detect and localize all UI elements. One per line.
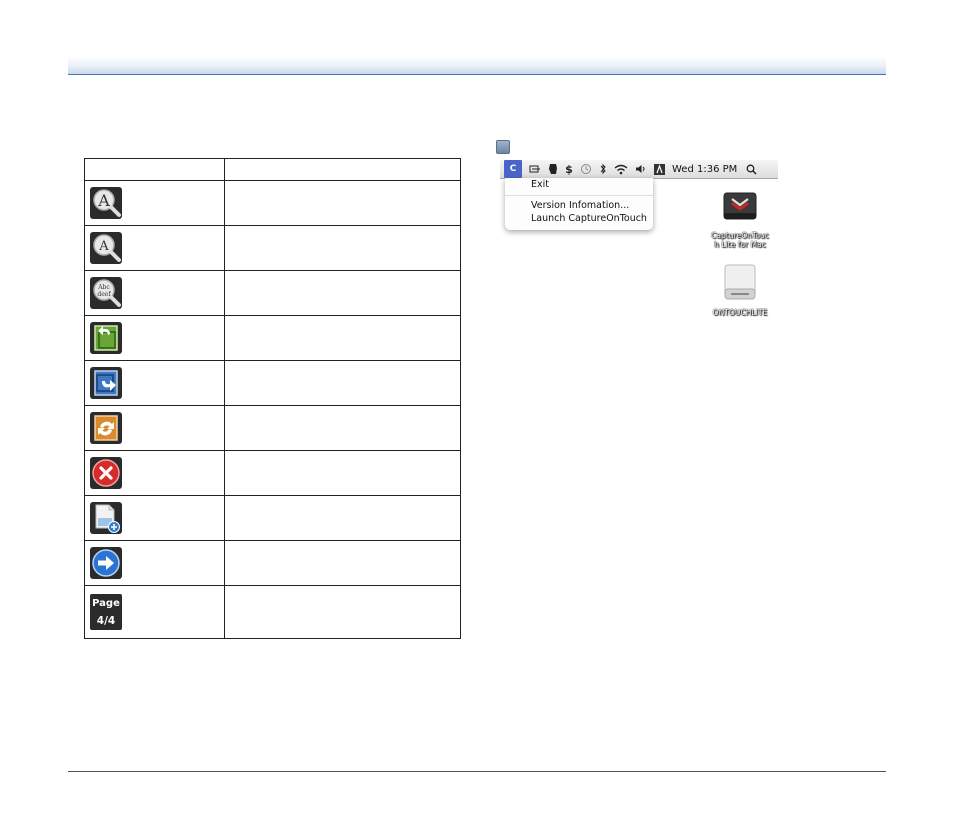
row-description [224,540,461,586]
row-description [224,225,461,271]
zoom-in-glyph: A [97,191,110,210]
page-counter-icon: Page 4/4 [90,594,122,630]
wifi-icon[interactable] [614,160,628,178]
table-header-row [84,158,461,181]
row-description [224,450,461,496]
menu-separator [505,195,653,196]
table-row: Abc deef [84,270,461,316]
next-arrow-icon [90,547,122,579]
dollar-sign-icon[interactable]: $ [565,160,573,178]
table-row [84,495,461,541]
menu-extra-icon[interactable] [529,160,541,178]
row-description [224,360,461,406]
rotate-left-icon [90,322,122,354]
volume-icon[interactable] [635,160,647,178]
svg-text:$: $ [565,163,573,175]
row-description [224,405,461,451]
fit-page-magnifier-icon: Abc deef [90,277,122,309]
zoom-out-glyph: A [98,239,109,254]
menubar-clock[interactable]: Wed 1:36 PM [672,160,737,178]
svg-text:deef: deef [97,291,111,298]
table-row: A [84,180,461,226]
table-row: A [84,225,461,271]
footer-rule [68,771,886,772]
drive1-label-line2: h Lite for Mac [714,240,766,249]
icon-reference-table: A A Abc deef Page 4/4 [84,158,461,639]
captureontouch-small-icon [496,140,510,154]
add-page-icon [90,502,122,534]
header-rule [68,56,886,75]
time-machine-icon[interactable] [580,160,592,178]
table-header-description [224,158,461,181]
row-description [224,585,461,639]
evernote-icon[interactable] [548,160,558,178]
spotlight-search-icon[interactable] [746,160,757,178]
menu-item-exit[interactable]: Exit [531,179,549,190]
table-row [84,540,461,586]
delete-icon [90,457,122,489]
mac-menu-bar: C $ Wed 1:36 PM [500,160,778,179]
captureontouch-installer-drive-icon[interactable] [722,187,758,223]
table-header-icon [84,158,225,181]
menu-item-launch-captureontouch[interactable]: Launch CaptureOnTouch [531,213,647,224]
input-menu-icon[interactable] [654,160,665,178]
row-description [224,495,461,541]
page-counter-label: Page [92,597,120,609]
row-description [224,180,461,226]
drive2-label: ONTOUCHLITE [712,308,768,317]
rotate-right-icon [90,367,122,399]
captureontouch-menu-icon[interactable]: C [504,160,522,178]
rotate-180-icon [90,412,122,444]
svg-text:Abc: Abc [97,284,110,291]
table-row [84,450,461,496]
ontouchlite-drive-icon[interactable] [722,263,758,303]
zoom-in-magnifier-icon: A [90,187,122,219]
table-row [84,315,461,361]
row-description [224,270,461,316]
table-row [84,360,461,406]
drive1-label-line1: CaptureOnTouc [711,231,769,240]
row-description [224,315,461,361]
bluetooth-icon[interactable] [599,160,607,178]
table-row: Page 4/4 [84,585,461,639]
zoom-out-magnifier-icon: A [90,232,122,264]
page-counter-value: 4/4 [96,614,116,627]
captureontouch-dropdown-menu: Exit Version Infomation... Launch Captur… [505,178,653,230]
table-row [84,405,461,451]
menu-item-version-information[interactable]: Version Infomation... [531,200,629,211]
